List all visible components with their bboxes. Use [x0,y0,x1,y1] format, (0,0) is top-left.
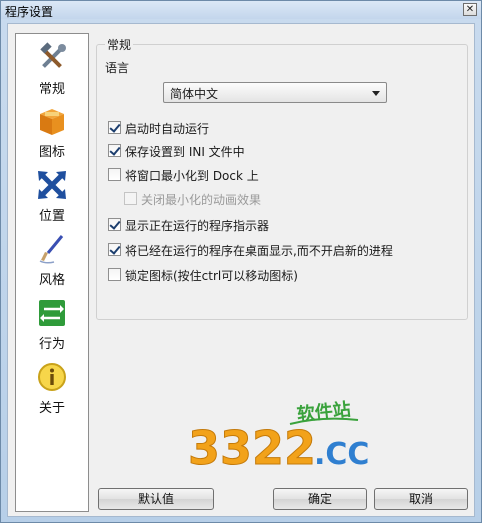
group-title: 常规 [105,36,134,53]
checkbox[interactable] [108,144,121,157]
tools-icon [40,42,66,68]
dialog-client: 常规 图标 位置 风格 行为 关于 常规 语言 简体中文 启动时自动运行 保存设… [7,23,475,517]
sidebar-item-about[interactable]: 关于 [16,357,88,419]
default-button[interactable]: 默认值 [98,488,214,510]
sidebar-item-label: 常规 [38,82,65,97]
checkbox[interactable] [108,243,121,256]
sidebar-item-position[interactable]: 位置 [16,165,88,227]
arrows-icon [38,171,66,199]
option-label: 将窗口最小化到 Dock 上 [125,169,259,183]
category-sidebar: 常规 图标 位置 风格 行为 关于 [15,33,89,512]
watermark-number: 3322 [188,421,316,475]
ok-button[interactable]: 确定 [273,488,367,510]
language-label: 语言 [105,61,130,75]
close-button[interactable]: ✕ [463,3,477,16]
chevron-down-icon [372,91,380,96]
option-label: 关闭最小化的动画效果 [141,193,262,207]
option-label: 启动时自动运行 [125,122,210,136]
option-label: 将已经在运行的程序在桌面显示,而不开启新的进程 [125,244,393,258]
site-watermark-logo: 软件站 3322 .CC [188,398,370,475]
checkbox[interactable] [108,168,121,181]
option-label: 锁定图标(按住ctrl可以移动图标) [125,269,298,283]
settings-window: 程序设置 ✕ 常规 图标 位置 风格 行为 关于 常规 语言 简体中文 启动时自… [0,0,482,523]
exchange-icon [39,300,65,326]
box-icon [40,109,64,135]
language-selected-value: 简体中文 [170,87,219,101]
checkbox[interactable] [108,121,121,134]
sidebar-item-label: 行为 [38,337,65,352]
language-dropdown[interactable]: 简体中文 [163,82,387,103]
brush-icon [39,235,64,264]
sidebar-item-icons[interactable]: 图标 [16,101,88,163]
sidebar-item-general[interactable]: 常规 [16,38,88,100]
sidebar-item-label: 关于 [38,401,65,416]
cancel-button[interactable]: 取消 [374,488,468,510]
checkbox[interactable] [108,268,121,281]
watermark-domain: .CC [314,437,369,472]
window-title: 程序设置 [5,5,54,19]
sidebar-item-label: 风格 [38,273,65,288]
option-label: 保存设置到 INI 文件中 [125,145,245,159]
option-label: 显示正在运行的程序指示器 [125,219,270,233]
title-bar[interactable]: 程序设置 ✕ [1,1,481,19]
checkbox[interactable] [108,218,121,231]
sidebar-item-style[interactable]: 风格 [16,229,88,291]
sidebar-item-label: 位置 [38,209,65,224]
checkbox [124,192,137,205]
sidebar-item-behavior[interactable]: 行为 [16,293,88,355]
info-icon [38,363,66,391]
sidebar-item-label: 图标 [38,145,65,160]
